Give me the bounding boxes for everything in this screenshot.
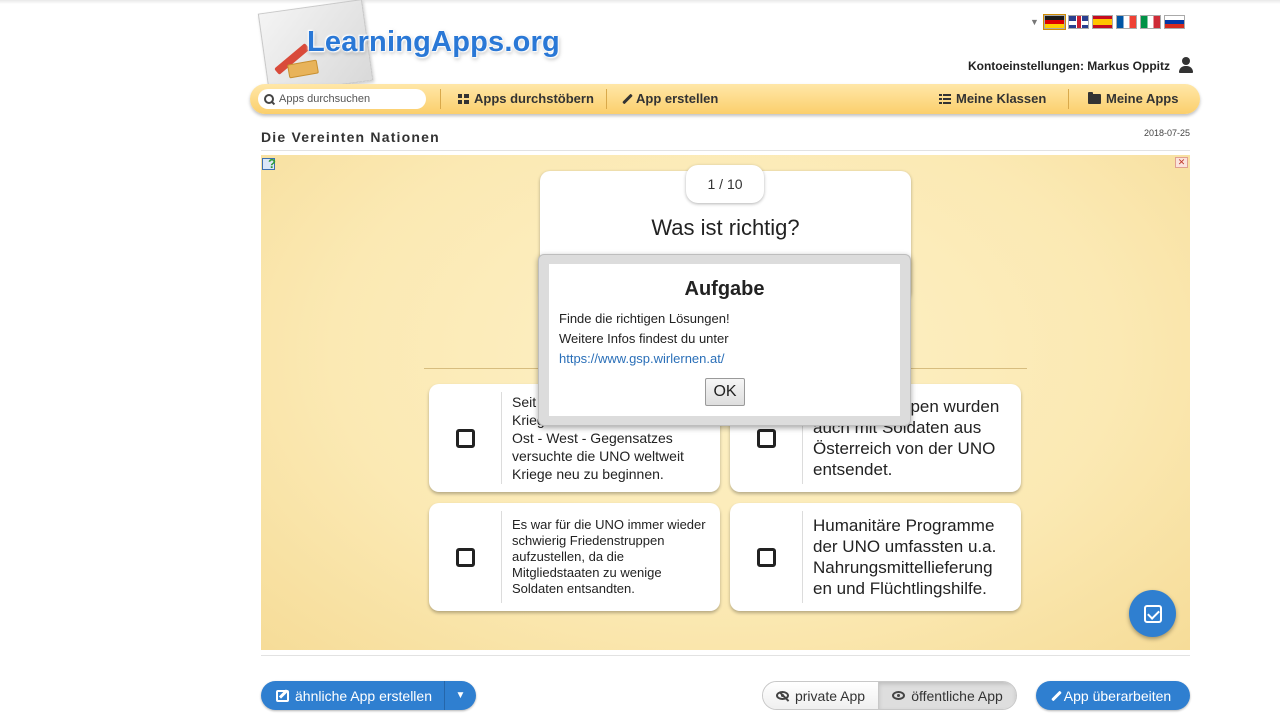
nav-create-label[interactable]: App erstellen <box>636 91 718 106</box>
create-similar-app-button[interactable]: ähnliche App erstellen <box>261 681 445 710</box>
search-input[interactable]: Apps durchsuchen <box>258 89 426 109</box>
answer-checkbox[interactable] <box>455 428 475 448</box>
nav-separator <box>440 89 441 109</box>
check-answers-button[interactable] <box>1129 590 1176 637</box>
help-question-mark: ? <box>268 156 276 171</box>
help-icon[interactable]: ? <box>262 156 279 173</box>
question-counter: 1 / 10 <box>686 165 764 203</box>
flag-it-icon[interactable] <box>1139 15 1161 29</box>
dialog-text-line: Weitere Infos findest du unter <box>559 331 729 346</box>
dialog-ok-button[interactable]: OK <box>705 378 745 406</box>
page-title: Die Vereinten Nationen <box>261 129 440 145</box>
nav-my-apps[interactable]: Meine Apps <box>1088 91 1178 106</box>
edit-app-button[interactable]: App überarbeiten <box>1036 681 1190 710</box>
search-placeholder[interactable]: Apps durchsuchen <box>279 93 370 105</box>
dialog-info-link[interactable]: https://www.gsp.wirlernen.at/ <box>559 351 724 366</box>
visibility-toggle: private App öffentliche App <box>762 681 1017 710</box>
similar-label[interactable]: ähnliche App erstellen <box>295 688 432 704</box>
nav-classes-label[interactable]: Meine Klassen <box>956 91 1046 106</box>
private-label[interactable]: private App <box>795 688 865 704</box>
answer-checkbox[interactable] <box>455 547 475 567</box>
answer-text-line: Österreich von der UNO <box>813 439 996 458</box>
answer-checkbox-cell[interactable] <box>429 392 502 484</box>
eye-icon <box>892 691 906 700</box>
task-dialog: Aufgabe Finde die richtigen Lösungen! We… <box>549 264 900 416</box>
public-app-toggle[interactable]: öffentliche App <box>879 682 1016 709</box>
nav-my-classes[interactable]: Meine Klassen <box>939 91 1046 106</box>
answer-checkbox-cell[interactable] <box>730 511 803 603</box>
flag-de-icon[interactable] <box>1042 14 1066 30</box>
public-label[interactable]: öffentliche App <box>911 688 1003 704</box>
answer-card-4[interactable]: Humanitäre Programme der UNO umfassten u… <box>730 503 1021 611</box>
top-border <box>0 0 1280 4</box>
folder-icon <box>1088 91 1101 104</box>
nav-browse-apps[interactable]: Apps durchstöbern <box>458 91 594 106</box>
answer-card-3[interactable]: Es war für die UNO immer wieder schwieri… <box>429 503 720 611</box>
check-icon <box>1143 604 1162 623</box>
fullscreen-icon[interactable]: ✕ <box>1175 157 1188 168</box>
question-text: Was ist richtig? <box>651 215 800 240</box>
edit-icon <box>276 689 289 702</box>
answer-text-line: Seit <box>512 394 537 410</box>
dialog-text-line: Finde die richtigen Lösungen! <box>559 311 730 326</box>
user-icon[interactable] <box>1178 57 1194 74</box>
language-selector[interactable]: ▼ <box>1030 14 1185 30</box>
account-settings-link[interactable]: Kontoeinstellungen: Markus Oppitz <box>968 57 1194 74</box>
caret-down-icon[interactable]: ▼ <box>1030 17 1039 27</box>
flag-es-icon[interactable] <box>1091 15 1113 29</box>
answer-text: Es war für die UNO immer wieder schwieri… <box>512 517 706 596</box>
nav-separator <box>1068 89 1069 109</box>
nav-my-apps-label[interactable]: Meine Apps <box>1106 91 1178 106</box>
search-icon <box>264 93 275 105</box>
account-label[interactable]: Kontoeinstellungen: Markus Oppitz <box>968 59 1170 73</box>
answer-text-line: versuchte die UNO weltweit <box>512 448 684 464</box>
answer-text: Humanitäre Programme der UNO umfassten u… <box>813 516 997 598</box>
nav-browse-label[interactable]: Apps durchstöbern <box>474 91 594 106</box>
pencil-icon <box>1050 690 1062 701</box>
answer-text-line: entsendet. <box>813 460 893 479</box>
pencil-icon <box>622 93 633 104</box>
similar-app-dropdown-toggle[interactable]: ▼ <box>445 681 476 710</box>
answer-checkbox-cell[interactable] <box>429 511 502 603</box>
page-date: 2018-07-25 <box>1143 128 1190 138</box>
grid-icon <box>458 93 469 104</box>
flag-ru-icon[interactable] <box>1163 15 1185 29</box>
similar-app-button-group: ähnliche App erstellen ▼ <box>261 681 476 710</box>
footer-divider <box>261 655 1190 656</box>
nav-create-app[interactable]: App erstellen <box>622 91 718 106</box>
flag-fr-icon[interactable] <box>1115 15 1137 29</box>
eye-slash-icon <box>775 691 789 700</box>
list-icon <box>939 93 951 104</box>
dialog-title: Aufgabe <box>684 278 765 300</box>
answer-checkbox[interactable] <box>756 428 776 448</box>
title-divider <box>261 150 1190 151</box>
nav-separator <box>606 89 607 109</box>
caret-down-icon: ▼ <box>455 690 466 701</box>
answer-checkbox[interactable] <box>756 547 776 567</box>
private-app-toggle[interactable]: private App <box>763 682 879 709</box>
main-navbar: Apps durchsuchen Apps durchstöbern App e… <box>250 84 1200 114</box>
flag-gb-icon[interactable] <box>1067 15 1089 29</box>
answer-text-line: Kriege neu zu beginnen. <box>512 466 664 482</box>
answer-text-line: Ost - West - Gegensatzes <box>512 430 673 446</box>
edit-app-label[interactable]: App überarbeiten <box>1064 688 1171 704</box>
logo-text[interactable]: LearningApps.org <box>307 26 560 59</box>
